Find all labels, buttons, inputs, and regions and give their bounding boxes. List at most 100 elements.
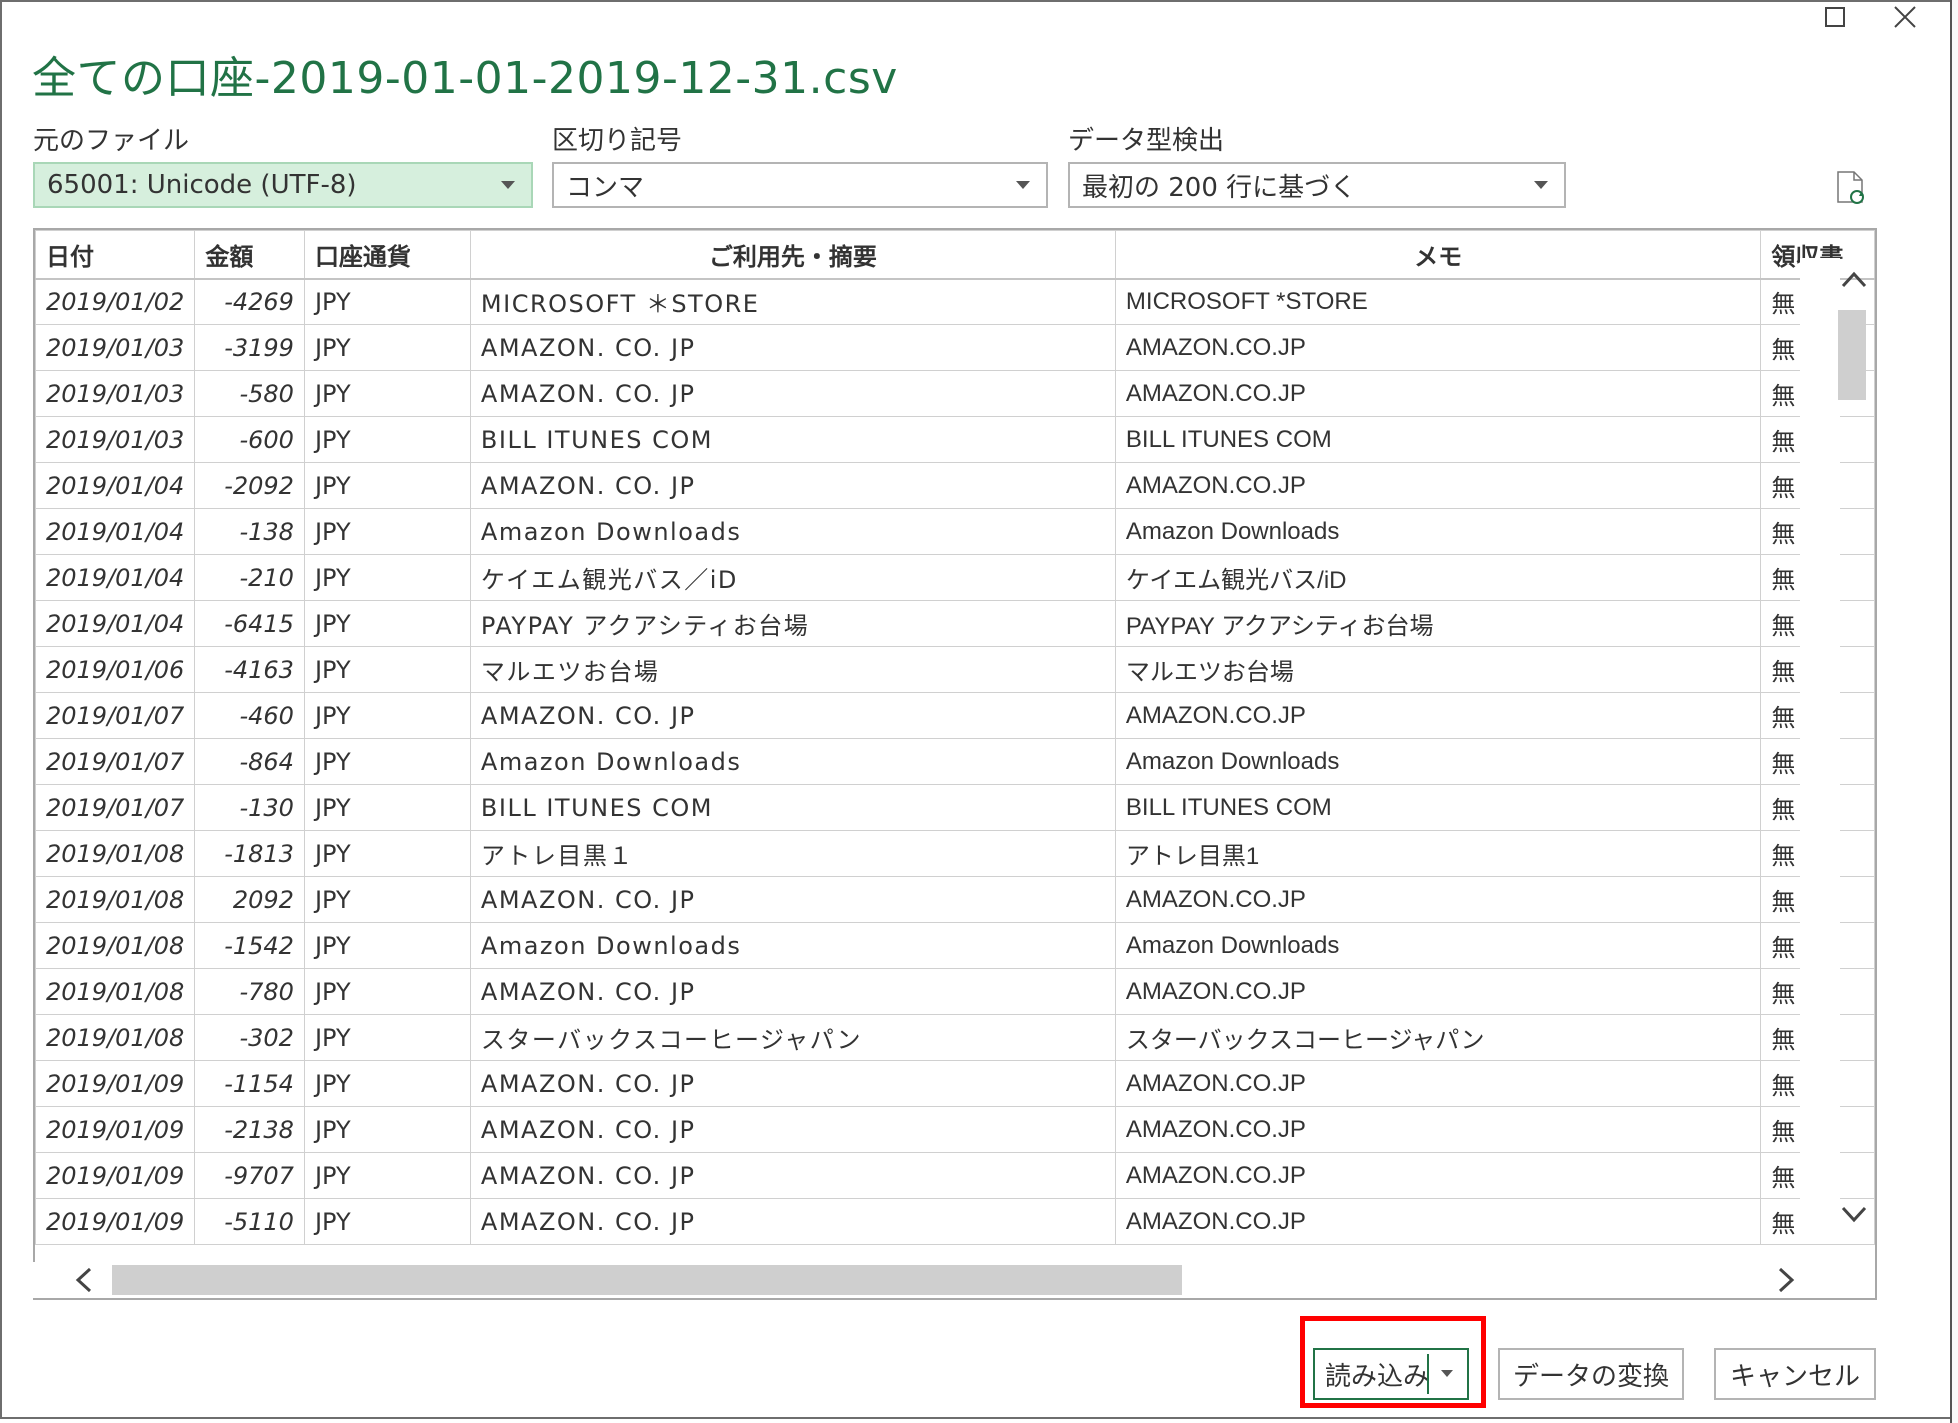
table-row: 2019/01/07 -864 JPY Amazon Downloads Amazon … [35,738,1875,785]
table-cell-cur: JPY [303,646,471,693]
table-cell-cur: JPY [303,508,471,555]
split-divider [1427,1354,1429,1394]
table-row: 2019/01/04 -138 JPY Amazon Downloads Amazon … [35,508,1875,555]
load-button[interactable]: 読み込み [1313,1348,1469,1400]
table-row: 2019/01/07 -460 JPY AMAZON. CO. JP AMAZON.CO… [35,692,1875,739]
table-cell-date: 2019/01/08 [35,968,196,1015]
table-cell-payee: アトレ目黒１ [469,830,1116,877]
table-cell-date: 2019/01/09 [35,1106,196,1153]
table-row: 2019/01/02 -4269 JPY MICROSOFT ＊STORE MICROS… [35,278,1875,325]
column-header[interactable]: 日付 [35,230,196,280]
delimiter-select[interactable]: コンマ [552,162,1048,208]
table-cell-memo: AMAZON.CO.JP [1114,692,1762,739]
horizontal-scroll-thumb[interactable] [112,1265,1182,1295]
table-cell-amt: -210 [194,554,305,601]
table-cell-memo: AMAZON.CO.JP [1114,324,1762,371]
table-cell-payee: AMAZON. CO. JP [469,462,1116,509]
cancel-button[interactable]: キャンセル [1714,1348,1876,1400]
scroll-down-icon[interactable] [1840,1198,1868,1232]
vertical-scrollbar[interactable] [1800,258,1840,1228]
table-cell-cur: JPY [303,324,471,371]
table-cell-payee: AMAZON. CO. JP [469,370,1116,417]
file-origin-select[interactable]: 65001: Unicode (UTF-8) [33,162,533,208]
column-header[interactable]: ご利用先・摘要 [469,230,1116,280]
table-cell-memo: AMAZON.CO.JP [1114,1198,1762,1245]
close-icon[interactable] [1888,2,1922,32]
table-cell-date: 2019/01/03 [35,416,196,463]
table-cell-date: 2019/01/08 [35,922,196,969]
table-cell-memo: AMAZON.CO.JP [1114,876,1762,923]
transform-data-button[interactable]: データの変換 [1498,1348,1684,1400]
table-cell-cur: JPY [303,738,471,785]
file-origin-value: 65001: Unicode (UTF-8) [47,170,357,200]
table-cell-payee: Amazon Downloads [469,508,1116,555]
table-cell-payee: BILL ITUNES COM [469,784,1116,831]
preview-table: 日付 金額 口座通貨 ご利用先・摘要 メモ 領収書 2019/01/02 -426… [35,230,1875,1245]
table-cell-payee: AMAZON. CO. JP [469,324,1116,371]
chevron-down-icon [501,181,515,189]
table-row: 2019/01/03 -580 JPY AMAZON. CO. JP AMAZON.CO… [35,370,1875,417]
table-cell-payee: AMAZON. CO. JP [469,1060,1116,1107]
table-cell-amt: -3199 [194,324,305,371]
column-header[interactable]: メモ [1114,230,1762,280]
table-cell-amt: -1813 [194,830,305,877]
table-row: 2019/01/08 -1542 JPY Amazon Downloads Amazon… [35,922,1875,969]
table-cell-amt: -1542 [194,922,305,969]
table-cell-memo: AMAZON.CO.JP [1114,462,1762,509]
table-cell-cur: JPY [303,1152,471,1199]
table-cell-amt: -2138 [194,1106,305,1153]
table-row: 2019/01/08 -302 JPY スターバックスコーヒージャパン スターバックスコ… [35,1014,1875,1061]
table-cell-memo: PAYPAY アクアシティお台場 [1114,600,1762,647]
table-cell-amt: -580 [194,370,305,417]
load-button-label: 読み込み [1325,1361,1430,1392]
table-cell-amt: 2092 [194,876,305,923]
dialog-title: 全ての口座-2019-01-01-2019-12-31.csv [32,42,898,106]
title-main: 全ての口座 [32,53,255,104]
load-options-dropdown-icon[interactable] [1441,1370,1453,1377]
table-cell-memo: AMAZON.CO.JP [1114,1106,1762,1153]
table-cell-date: 2019/01/04 [35,462,196,509]
vertical-scroll-thumb[interactable] [1838,310,1866,400]
table-row: 2019/01/04 -210 JPY ケイエム観光バス／iD ケイエム観光バス/iD 無 [35,554,1875,601]
title-suffix: -2019-01-01-2019-12-31.csv [254,53,898,104]
table-cell-cur: JPY [303,278,471,325]
refresh-file-icon[interactable] [1836,170,1866,206]
column-header[interactable]: 金額 [194,230,305,280]
transform-button-label: データの変換 [1512,1361,1669,1392]
table-header-row: 日付 金額 口座通貨 ご利用先・摘要 メモ 領収書 [35,230,1875,280]
table-cell-date: 2019/01/07 [35,692,196,739]
maximize-icon[interactable] [1818,2,1852,32]
table-row: 2019/01/09 -2138 JPY AMAZON. CO. JP AMAZON.C… [35,1106,1875,1153]
file-origin-label: 元のファイル [33,126,190,156]
table-cell-amt: -302 [194,1014,305,1061]
table-cell-memo: MICROSOFT *STORE [1114,278,1762,325]
table-row: 2019/01/08 -1813 JPY アトレ目黒１ アトレ目黒1 無 [35,830,1875,877]
table-cell-amt: -4163 [194,646,305,693]
scroll-right-icon[interactable] [1776,1266,1798,1300]
table-cell-amt: -6415 [194,600,305,647]
table-cell-amt: -138 [194,508,305,555]
table-cell-cur: JPY [303,370,471,417]
table-cell-cur: JPY [303,1014,471,1061]
table-cell-date: 2019/01/02 [35,278,196,325]
table-cell-payee: AMAZON. CO. JP [469,1106,1116,1153]
table-cell-memo: Amazon Downloads [1114,508,1762,555]
table-row: 2019/01/07 -130 JPY BILL ITUNES COM BILL ITU… [35,784,1875,831]
table-cell-payee: MICROSOFT ＊STORE [469,278,1116,325]
table-cell-date: 2019/01/09 [35,1060,196,1107]
table-cell-memo: AMAZON.CO.JP [1114,370,1762,417]
table-cell-cur: JPY [303,416,471,463]
scroll-left-icon[interactable] [72,1266,94,1300]
table-cell-cur: JPY [303,462,471,509]
table-row: 2019/01/03 -600 JPY BILL ITUNES COM BILL ITU… [35,416,1875,463]
type-detection-value: 最初の 200 行に基づく [1082,172,1357,203]
table-cell-memo: BILL ITUNES COM [1114,784,1762,831]
scroll-up-icon[interactable] [1840,262,1868,296]
table-cell-memo: Amazon Downloads [1114,922,1762,969]
table-cell-date: 2019/01/08 [35,830,196,877]
table-cell-cur: JPY [303,1106,471,1153]
type-detection-select[interactable]: 最初の 200 行に基づく [1068,162,1566,208]
table-row: 2019/01/09 -5110 JPY AMAZON. CO. JP AMAZON.C… [35,1198,1875,1245]
column-header[interactable]: 口座通貨 [303,230,471,280]
table-cell-amt: -1154 [194,1060,305,1107]
